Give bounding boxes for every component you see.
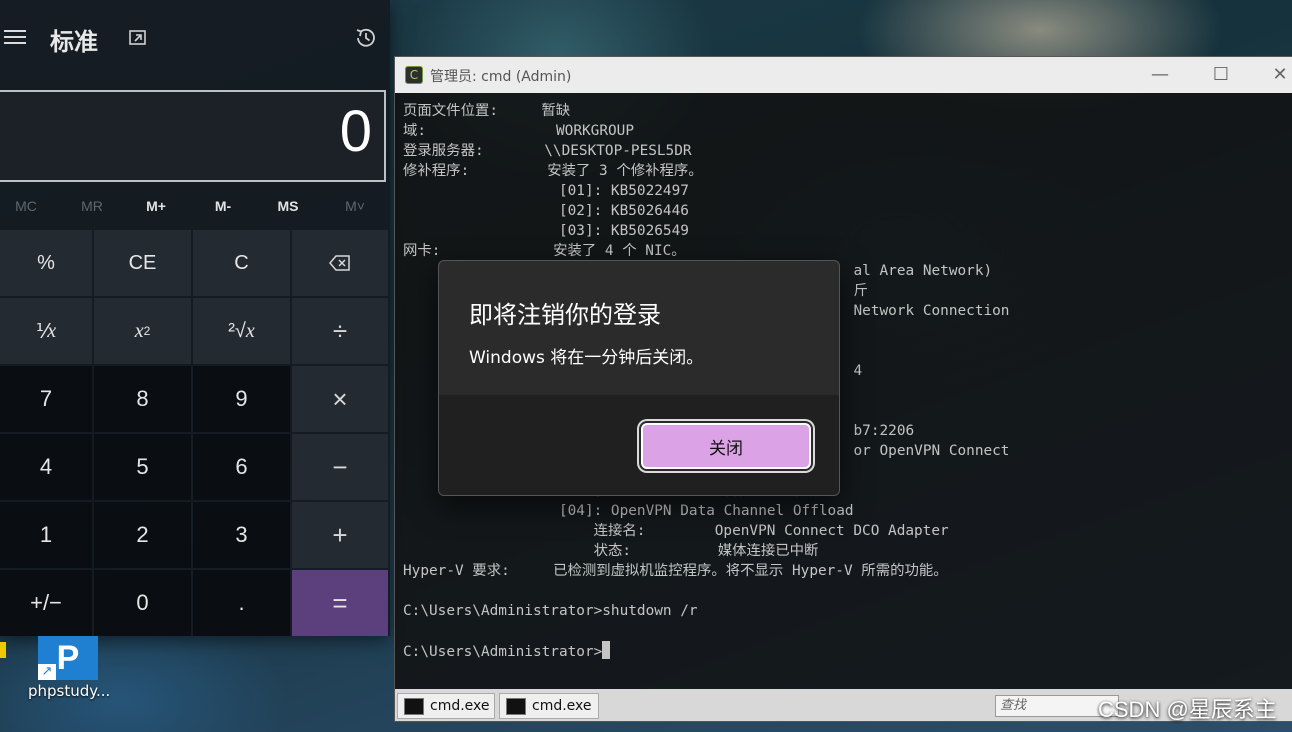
console-tab-label: cmd.exe — [532, 698, 592, 714]
console-tab-1[interactable]: cmd.exe — [397, 693, 495, 719]
sign-out-dialog: 即将注销你的登录 Windows 将在一分钟后关闭。 关闭 — [438, 260, 840, 496]
digit-5-button[interactable]: 5 — [94, 434, 191, 500]
backspace-button[interactable] — [292, 230, 388, 296]
dialog-title: 即将注销你的登录 — [469, 301, 661, 329]
console-tab-2[interactable]: cmd.exe — [499, 693, 599, 719]
maximize-button[interactable]: ☐ — [1209, 63, 1233, 87]
console-tab-label: cmd.exe — [430, 698, 490, 714]
minus-button[interactable]: − — [292, 434, 388, 500]
square-root-symbol: ²√ — [228, 319, 246, 342]
calculator-display: 0 — [0, 90, 386, 182]
clear-button[interactable]: C — [193, 230, 290, 296]
clear-entry-button[interactable]: CE — [94, 230, 191, 296]
square-variable: x — [134, 319, 144, 342]
percent-button[interactable]: % — [0, 230, 92, 296]
digit-0-button[interactable]: 0 — [94, 570, 191, 636]
digit-8-button[interactable]: 8 — [94, 366, 191, 432]
minimize-button[interactable]: — — [1148, 63, 1172, 87]
square-root-variable: x — [245, 319, 255, 342]
keep-on-top-icon[interactable] — [126, 26, 150, 50]
desktop-icon-edge — [0, 642, 6, 658]
multiply-button[interactable]: × — [292, 366, 388, 432]
desktop-shortcut-label: phpstudy... — [28, 682, 111, 700]
square-root-button[interactable]: ²√ x — [193, 298, 290, 364]
digit-4-button[interactable]: 4 — [0, 434, 92, 500]
dialog-footer: 关闭 — [439, 395, 839, 495]
reciprocal-prefix: ⅟ — [35, 320, 48, 343]
digit-6-button[interactable]: 6 — [193, 434, 290, 500]
display-value: 0 — [339, 99, 372, 164]
close-button[interactable]: 关闭 — [639, 421, 813, 471]
console-cursor — [602, 641, 611, 659]
divide-button[interactable]: ÷ — [292, 298, 388, 364]
cmd-window-title: 管理员: cmd (Admin) — [430, 69, 572, 85]
console-icon — [506, 698, 526, 715]
memory-row: MC MR M+ M- MS M˅ — [0, 194, 390, 222]
reciprocal-variable: x — [47, 319, 57, 342]
plus-button[interactable]: + — [292, 502, 388, 568]
console-icon — [404, 698, 424, 715]
close-window-button[interactable]: ✕ — [1268, 63, 1292, 87]
shortcut-arrow-icon: ↗ — [38, 664, 56, 680]
digit-9-button[interactable]: 9 — [193, 366, 290, 432]
backspace-icon — [329, 255, 350, 271]
digit-2-button[interactable]: 2 — [94, 502, 191, 568]
decimal-button[interactable]: . — [193, 570, 290, 636]
calculator-window: 标准 0 MC MR M+ M- MS M˅ % CE C ⅟ x x 2 ²√… — [0, 0, 390, 636]
square-button[interactable]: x2 — [94, 298, 191, 364]
dialog-message: Windows 将在一分钟后关闭。 — [469, 348, 704, 368]
square-exponent: 2 — [143, 324, 151, 338]
reciprocal-button[interactable]: ⅟x — [0, 298, 92, 364]
cmd-titlebar[interactable]: C 管理员: cmd (Admin) — ☐ ✕ — [395, 57, 1292, 93]
console-app-icon: C — [405, 66, 423, 84]
digit-3-button[interactable]: 3 — [193, 502, 290, 568]
memory-add-button[interactable]: M+ — [126, 198, 186, 214]
memory-clear-button[interactable]: MC — [0, 198, 56, 214]
memory-list-button[interactable]: M˅ — [325, 198, 385, 214]
memory-store-button[interactable]: MS — [258, 198, 318, 214]
history-icon[interactable] — [352, 24, 380, 52]
calculator-mode-title: 标准 — [50, 28, 98, 56]
digit-7-button[interactable]: 7 — [0, 366, 92, 432]
equals-button[interactable]: = — [292, 570, 388, 636]
calculator-keypad: % CE C ⅟x x2 ²√ x ÷ 7 8 9 × 4 5 6 − 1 2 3… — [0, 230, 388, 636]
memory-recall-button[interactable]: MR — [62, 198, 122, 214]
menu-icon[interactable] — [4, 26, 26, 48]
watermark: CSDN @星辰系主 — [1098, 697, 1277, 722]
calculator-header: 标准 — [0, 0, 390, 76]
negate-button[interactable]: +/− — [0, 570, 92, 636]
digit-1-button[interactable]: 1 — [0, 502, 92, 568]
desktop-shortcut-phpstudy[interactable]: P ↗ phpstudy... — [0, 636, 122, 716]
memory-subtract-button[interactable]: M- — [193, 198, 253, 214]
